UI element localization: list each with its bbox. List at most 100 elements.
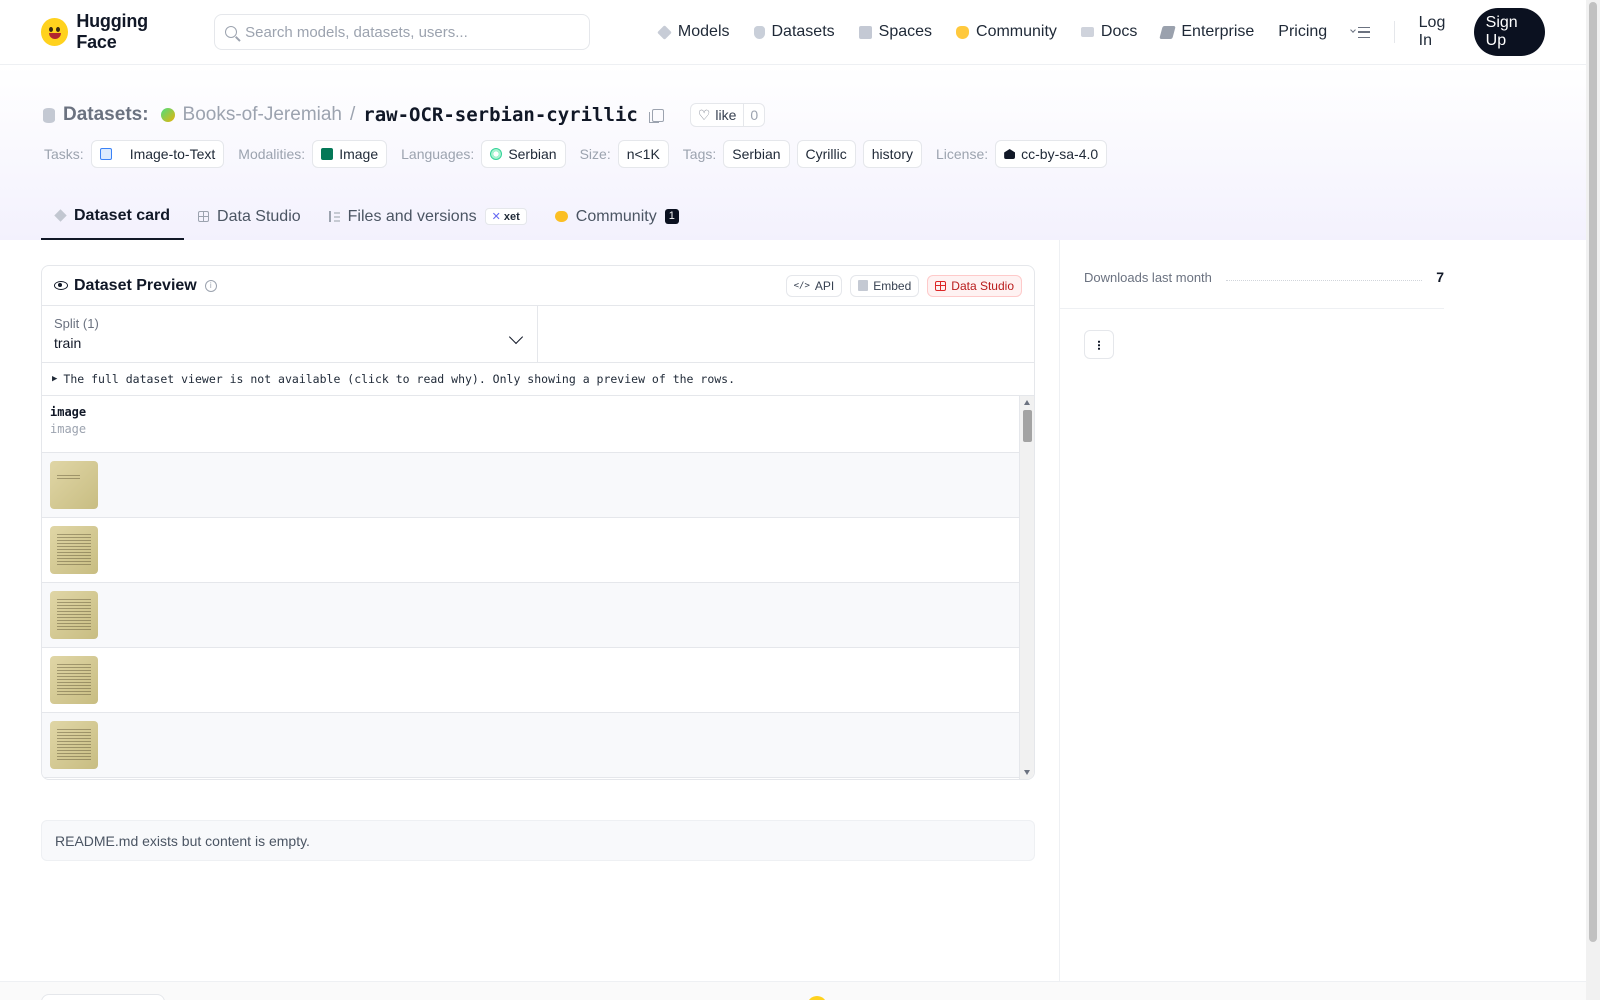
tag-cyrillic[interactable]: Cyrillic <box>796 140 856 168</box>
nav-label: Community <box>976 23 1057 40</box>
enterprise-icon <box>1159 25 1177 39</box>
repo-header: Datasets: Books-of-Jeremiah / raw-OCR-se… <box>0 65 1586 240</box>
table-icon <box>935 280 947 291</box>
cube-icon <box>657 24 672 40</box>
size-tag[interactable]: n<1K <box>617 140 669 168</box>
nav-spaces[interactable]: Spaces <box>858 23 933 41</box>
notice-text: The full dataset viewer is not available… <box>63 372 736 386</box>
cube-icon <box>54 209 67 222</box>
viewer-notice[interactable]: ▶ The full dataset viewer is not availabl… <box>42 363 1034 396</box>
scroll-up-icon[interactable] <box>1024 400 1030 405</box>
split-label: Split (1) <box>54 316 99 331</box>
page-scrollbar[interactable] <box>1586 0 1600 1000</box>
hugging-face-icon <box>956 25 970 39</box>
database-icon <box>43 107 55 123</box>
tab-community[interactable]: Community 1 <box>541 193 693 240</box>
book-icon <box>1080 27 1094 37</box>
nav-community[interactable]: Community <box>956 23 1057 41</box>
nav-label: Pricing <box>1278 23 1328 40</box>
like-action[interactable]: ♡ like <box>691 104 745 126</box>
image-thumbnail[interactable] <box>50 721 98 769</box>
image-thumbnail[interactable] <box>50 526 98 574</box>
dotted-leader <box>1225 273 1423 281</box>
license-tag[interactable]: cc-by-sa-4.0 <box>995 140 1108 168</box>
nav-divider <box>1393 21 1395 43</box>
xet-icon: ✕ <box>491 211 501 223</box>
table-body <box>42 453 1034 778</box>
button-label: Data Studio <box>951 278 1014 293</box>
embed-button[interactable]: Embed <box>850 274 920 297</box>
image-thumbnail[interactable] <box>50 591 98 639</box>
column-header[interactable]: image image <box>42 396 1021 453</box>
tag-history[interactable]: history <box>862 140 922 168</box>
more-menu-icon[interactable] <box>1350 26 1370 38</box>
copy-icon[interactable] <box>648 108 664 123</box>
size-label: Size: <box>579 146 611 162</box>
tag-serbian[interactable]: Serbian <box>723 140 790 168</box>
more-options-button[interactable] <box>1084 330 1114 359</box>
table-row[interactable] <box>42 518 1021 583</box>
hugging-face-icon <box>554 211 568 222</box>
nav-label: Spaces <box>878 23 933 40</box>
brand-name: Hugging Face <box>76 11 148 52</box>
scroll-thumb[interactable] <box>1023 410 1032 442</box>
table-scrollbar[interactable] <box>1019 396 1034 779</box>
nav-datasets[interactable]: Datasets <box>753 23 835 41</box>
search-input[interactable] <box>245 23 579 41</box>
like-count[interactable]: 0 <box>744 107 764 123</box>
nav-label: Docs <box>1100 23 1138 40</box>
signup-button[interactable]: Sign Up <box>1473 8 1545 56</box>
org-link[interactable]: Books-of-Jeremiah <box>183 104 342 126</box>
top-navigation: Hugging Face Models Datasets Spaces Comm… <box>0 0 1586 65</box>
table-icon <box>198 211 210 222</box>
hugging-face-logo-icon <box>41 18 69 46</box>
nav-enterprise[interactable]: Enterprise <box>1159 23 1254 41</box>
footer-control[interactable] <box>41 994 165 1000</box>
info-icon[interactable]: i <box>204 279 217 292</box>
preview-table: image image <box>42 396 1034 779</box>
section-link[interactable]: Datasets: <box>63 104 149 126</box>
page-scroll-thumb[interactable] <box>1589 2 1597 942</box>
table-row[interactable] <box>42 453 1021 518</box>
image-icon <box>321 148 334 160</box>
language-tag[interactable]: Serbian <box>481 140 566 168</box>
nav-docs[interactable]: Docs <box>1080 23 1138 41</box>
data-studio-button[interactable]: Data Studio <box>927 274 1022 297</box>
tab-data-studio[interactable]: Data Studio <box>184 193 315 240</box>
repo-title-row: Datasets: Books-of-Jeremiah / raw-OCR-se… <box>43 103 766 127</box>
tag-label: cc-by-sa-4.0 <box>1021 146 1099 162</box>
login-link[interactable]: Log In <box>1419 14 1456 50</box>
preview-actions: </> API Embed Data Studio <box>785 274 1022 297</box>
button-label: Embed <box>873 278 912 293</box>
split-row: Split (1) train <box>42 306 1034 363</box>
table-row[interactable] <box>42 713 1021 778</box>
split-select[interactable]: Split (1) train <box>42 306 538 362</box>
readme-empty-notice: README.md exists but content is empty. <box>41 820 1035 861</box>
column-type: image <box>50 422 87 436</box>
hugging-face-logo-icon <box>807 996 827 1000</box>
database-icon <box>753 25 765 39</box>
modality-tag[interactable]: Image <box>312 140 388 168</box>
nav-pricing[interactable]: Pricing <box>1278 23 1327 41</box>
license-icon <box>1004 149 1016 159</box>
table-row[interactable] <box>42 648 1021 713</box>
globe-icon <box>490 148 503 160</box>
api-button[interactable]: </> API <box>785 274 843 297</box>
brand-link[interactable]: Hugging Face <box>41 11 190 53</box>
split-value: train <box>54 335 82 351</box>
scroll-down-icon[interactable] <box>1024 770 1030 775</box>
tab-files-and-versions[interactable]: Files and versions ✕ xet <box>315 193 541 240</box>
nav-models[interactable]: Models <box>657 23 730 41</box>
nav-label: Datasets <box>771 23 835 40</box>
search-box[interactable] <box>214 14 590 50</box>
code-icon: </> <box>793 280 810 291</box>
embed-icon <box>858 280 869 291</box>
image-thumbnail[interactable] <box>50 461 98 509</box>
like-button[interactable]: ♡ like 0 <box>689 103 766 127</box>
task-tag[interactable]: Image-to-Text <box>90 140 225 168</box>
image-thumbnail[interactable] <box>50 656 98 704</box>
table-row[interactable] <box>42 583 1021 648</box>
column-name: image <box>50 405 87 419</box>
repo-name[interactable]: raw-OCR-serbian-cyrillic <box>363 104 638 126</box>
tab-dataset-card[interactable]: Dataset card <box>41 193 185 240</box>
